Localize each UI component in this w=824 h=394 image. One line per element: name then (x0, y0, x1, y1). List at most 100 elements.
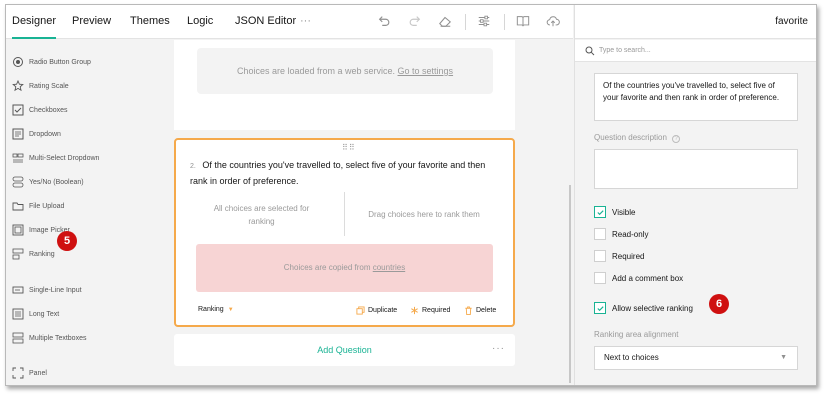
question-title[interactable]: 2. Of the countries you've travelled to,… (190, 158, 500, 188)
toolbox-item-single-line-input[interactable]: Single-Line Input (12, 282, 82, 298)
toolbox-item-multi-select-dropdown[interactable]: Multi-Select Dropdown (12, 150, 99, 166)
checkbox-icon (594, 250, 606, 262)
read-only-label: Read-only (612, 229, 649, 239)
redo-icon[interactable] (407, 14, 423, 30)
tab-json-editor[interactable]: JSON Editor (235, 5, 296, 39)
required-toggle[interactable]: Required (410, 306, 450, 315)
checkbox-icon (594, 272, 606, 284)
question-number: 2. (190, 163, 196, 170)
toolbox-item-label: Multiple Textboxes (29, 334, 87, 342)
toolbox-item-label: Checkboxes (29, 106, 68, 114)
ranking-alignment-select[interactable]: Next to choices ▼ (594, 346, 798, 370)
unranked-area-hint: Drag choices here to rank them (368, 210, 480, 219)
question-type-label: Ranking (198, 306, 224, 313)
toolbox-item-label: Long Text (29, 310, 60, 318)
selected-element-name: favorite (775, 16, 808, 27)
checkbox-icon (12, 104, 24, 116)
add-question-button[interactable]: Add Question (174, 334, 515, 366)
required-label: Required (612, 251, 645, 261)
image-icon (12, 224, 24, 236)
toolbox-item-rating[interactable]: Rating Scale (12, 78, 69, 94)
eraser-icon[interactable] (437, 14, 453, 30)
tab-themes[interactable]: Themes (130, 5, 170, 39)
question-description-field[interactable] (594, 149, 798, 189)
toolbox-item-multiple-textboxes[interactable]: Multiple Textboxes (12, 330, 86, 346)
question-description-label: Question description ? (594, 133, 681, 143)
comment-box-checkbox[interactable]: Add a comment box (594, 271, 683, 285)
input-icon (12, 284, 24, 296)
property-search[interactable]: Type to search... (575, 40, 816, 62)
question-title-field[interactable]: Of the countries you've travelled to, se… (594, 73, 798, 121)
dropdown-icon (12, 128, 24, 140)
toolbox-item-label: Single-Line Input (29, 286, 82, 294)
settings-sliders-icon[interactable] (476, 14, 492, 30)
selective-ranking-label: Allow selective ranking (612, 303, 693, 313)
checkbox-checked-icon (594, 302, 606, 314)
multitext-icon (12, 332, 24, 344)
asterisk-icon (411, 306, 418, 315)
visible-checkbox[interactable]: Visible (594, 205, 635, 219)
required-label: Required (422, 307, 451, 314)
property-panel: favorite Type to search... Of the countr… (574, 5, 816, 385)
toolbox-item-dropdown[interactable]: Dropdown (12, 126, 61, 142)
read-only-checkbox[interactable]: Read-only (594, 227, 648, 241)
duplicate-label: Duplicate (368, 307, 398, 314)
selective-ranking-checkbox[interactable]: Allow selective ranking (594, 301, 693, 315)
toolbox-item-radio-group[interactable]: Radio Button Group (12, 54, 91, 70)
checkbox-icon (594, 228, 606, 240)
textarea-icon (12, 308, 24, 320)
folder-icon (12, 200, 24, 212)
undo-icon[interactable] (376, 14, 392, 30)
duplicate-icon (356, 306, 365, 315)
required-checkbox[interactable]: Required (594, 249, 644, 263)
tab-preview[interactable]: Preview (72, 5, 111, 39)
tab-logic[interactable]: Logic (187, 5, 213, 39)
toolbox-item-long-text[interactable]: Long Text (12, 306, 59, 322)
question-type-selector[interactable]: Ranking ▼ (198, 306, 234, 313)
panel-icon (12, 367, 24, 379)
top-toolbar: Designer Preview Themes Logic JSON Edito… (6, 5, 573, 39)
go-to-settings-link[interactable]: Go to settings (398, 66, 454, 76)
ranking-alignment-value: Next to choices (604, 353, 659, 362)
toolbox-item-label: Yes/No (Boolean) (29, 178, 84, 186)
toolbar-divider (465, 14, 466, 30)
delete-button[interactable]: Delete (464, 306, 496, 315)
toolbar-divider (504, 14, 505, 30)
toolbox-item-file-upload[interactable]: File Upload (12, 198, 64, 214)
star-icon (12, 80, 24, 92)
toolbox-item-label: Multi-Select Dropdown (29, 154, 100, 162)
question-title-text: Of the countries you've travelled to, se… (190, 160, 486, 186)
canvas-scrollbar[interactable] (569, 185, 571, 383)
tagbox-icon (12, 152, 24, 164)
duplicate-button[interactable]: Duplicate (356, 306, 397, 315)
delete-label: Delete (476, 307, 497, 314)
toolbox-item-boolean[interactable]: Yes/No (Boolean) (12, 174, 84, 190)
tabs-more-button[interactable]: ··· (300, 5, 311, 39)
copied-text: Choices are copied from (283, 263, 371, 272)
step-badge-6: 6 (709, 294, 729, 314)
toolbox-item-label: Ranking (29, 250, 55, 258)
toolbox-item-ranking[interactable]: Ranking (12, 246, 55, 262)
alignment-label: Ranking area alignment (594, 330, 679, 339)
toolbox-item-checkboxes[interactable]: Checkboxes (12, 102, 68, 118)
search-icon (585, 46, 595, 56)
webservice-notice: Choices are loaded from a web service. G… (197, 48, 493, 94)
checkbox-checked-icon (594, 206, 606, 218)
boolean-icon (12, 176, 24, 188)
add-question-bar: Add Question ··· (174, 334, 515, 366)
question-card-ranking[interactable]: ⠿⠿ 2. Of the countries you've travelled … (174, 138, 515, 327)
toolbox-item-panel[interactable]: Panel (12, 365, 47, 381)
toolbox: Radio Button Group Rating Scale Checkbox… (6, 40, 171, 385)
book-icon[interactable] (515, 14, 531, 30)
search-input[interactable]: Type to search... (599, 40, 651, 62)
toolbox-item-label: Rating Scale (29, 82, 69, 90)
countries-link[interactable]: countries (373, 263, 405, 272)
help-icon[interactable]: ? (672, 135, 681, 143)
visible-label: Visible (612, 207, 636, 217)
chevron-down-icon: ▼ (227, 306, 234, 313)
app-window: Designer Preview Themes Logic JSON Edito… (5, 4, 817, 386)
more-question-types-icon[interactable]: ··· (492, 343, 505, 354)
drag-handle-icon[interactable]: ⠿⠿ (342, 143, 356, 152)
tab-designer[interactable]: Designer (12, 5, 57, 39)
cloud-upload-icon[interactable] (545, 14, 561, 30)
